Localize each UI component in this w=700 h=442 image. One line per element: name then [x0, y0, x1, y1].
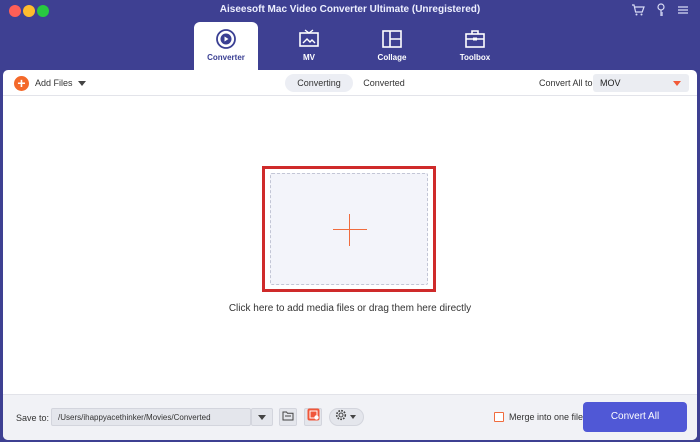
- chevron-down-icon: [350, 415, 356, 419]
- drop-hint-text: Click here to add media files or drag th…: [228, 303, 472, 314]
- tab-label: Converter: [207, 53, 245, 62]
- chevron-down-icon: [673, 81, 681, 86]
- output-format-value: MOV: [600, 78, 621, 88]
- toolbox-icon: [443, 28, 507, 50]
- convert-all-to-label: Convert All to:: [539, 78, 596, 88]
- add-media-plus-icon: [333, 229, 367, 230]
- tab-label: MV: [303, 53, 315, 62]
- cart-icon[interactable]: [630, 2, 646, 18]
- save-to-label: Save to:: [16, 413, 50, 423]
- gpu-acceleration-icon: [307, 408, 320, 426]
- bottom-bar: Save to: Merge into one file Convert All: [3, 394, 697, 440]
- tab-collage[interactable]: Collage: [360, 22, 424, 70]
- converter-panel: + Add Files Converting Converted Convert…: [3, 70, 697, 440]
- save-path-dropdown[interactable]: [251, 408, 273, 426]
- chevron-down-icon[interactable]: [78, 81, 86, 86]
- add-files-button[interactable]: + Add Files: [14, 75, 73, 91]
- tab-toolbox[interactable]: Toolbox: [443, 22, 507, 70]
- add-files-label: Add Files: [35, 78, 73, 88]
- folder-icon: [282, 408, 294, 426]
- add-media-plus-icon-vertical: [349, 214, 350, 246]
- tab-mv[interactable]: MV: [277, 22, 341, 70]
- key-icon[interactable]: [653, 2, 669, 18]
- save-path-field[interactable]: [51, 408, 251, 426]
- convert-all-button[interactable]: Convert All: [583, 402, 687, 432]
- collage-icon: [360, 28, 424, 50]
- plus-icon: +: [14, 75, 29, 91]
- media-drop-zone[interactable]: [270, 173, 428, 285]
- menu-icon[interactable]: [675, 2, 691, 18]
- tab-label: Toolbox: [459, 53, 491, 62]
- output-format-select[interactable]: MOV: [593, 74, 689, 92]
- gear-icon: [335, 408, 347, 426]
- title-bar: Aiseesoft Mac Video Converter Ultimate (…: [0, 0, 700, 22]
- merge-label: Merge into one file: [509, 412, 584, 422]
- open-folder-button[interactable]: [279, 408, 297, 426]
- converter-toolbar: + Add Files Converting Converted Convert…: [3, 70, 697, 96]
- main-nav: Converter MV Collage Toolbox: [0, 22, 700, 70]
- tab-converted[interactable]: Converted: [353, 74, 415, 92]
- merge-checkbox[interactable]: [494, 412, 504, 422]
- converter-icon: [194, 28, 258, 50]
- tab-converter[interactable]: Converter: [194, 22, 258, 70]
- output-settings-button[interactable]: [329, 408, 364, 426]
- drop-zone-highlight: [262, 166, 436, 292]
- hardware-acceleration-button[interactable]: [304, 408, 322, 426]
- window-title: Aiseesoft Mac Video Converter Ultimate (…: [219, 4, 481, 15]
- tv-icon: [277, 28, 341, 50]
- tab-label: Collage: [377, 53, 407, 62]
- tab-converting[interactable]: Converting: [285, 74, 353, 92]
